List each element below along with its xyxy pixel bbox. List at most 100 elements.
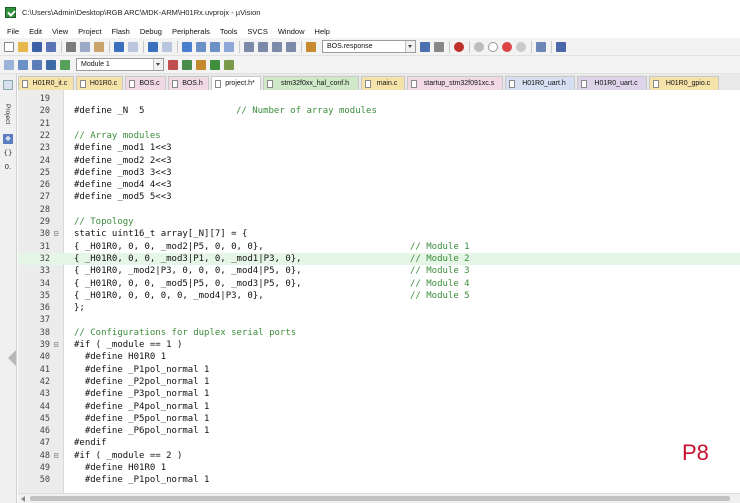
tab-h01r0-uart-c[interactable]: H01R0_uart.c [577,76,647,90]
code-line[interactable]: 36}; [18,302,740,314]
code-line[interactable]: 19 [18,93,740,105]
code-line[interactable]: 33 { _H01R0, _mod2|P3, 0, 0, 0, _mod4|P5,… [18,265,740,277]
scrollbar-thumb[interactable] [30,496,730,501]
find-in-files-icon[interactable] [306,41,316,52]
horizontal-scrollbar[interactable] [18,493,740,503]
build-icon[interactable] [18,59,28,70]
paste-icon[interactable] [94,41,104,52]
menu-help[interactable]: Help [315,27,330,36]
menu-debug[interactable]: Debug [140,27,162,36]
comment-selection-icon[interactable] [272,41,282,52]
code-line[interactable]: 45 #define _P5pol_normal 1 [18,413,740,425]
debug-session-icon[interactable] [454,41,464,52]
target-options-icon[interactable] [168,59,178,70]
uncomment-selection-icon[interactable] [286,41,296,52]
books-window-icon[interactable]: ❖ [3,134,13,144]
file-extensions-icon[interactable] [196,59,206,70]
templates-window-icon[interactable]: 0. [3,162,13,172]
code-line[interactable]: 50 #define _P1pol_normal 1 [18,474,740,486]
find-combo[interactable]: BOS.response [322,40,416,53]
project-tab-label[interactable]: Project [1,104,11,134]
menu-peripherals[interactable]: Peripherals [172,27,210,36]
fold-toggle-icon[interactable]: ⊟ [52,450,60,462]
select-software-packs-icon[interactable] [224,59,234,70]
menu-window[interactable]: Window [278,27,305,36]
redo-icon[interactable] [128,41,138,52]
code-line[interactable]: 23 #define _mod1 1<<3 [18,142,740,154]
save-icon[interactable] [32,41,42,52]
indent-icon[interactable] [244,41,254,52]
new-file-icon[interactable] [4,41,14,52]
code-line[interactable]: 47 #endif [18,437,740,449]
kill-breakpoints-icon[interactable] [516,41,526,52]
code-line[interactable]: 34 { _H01R0, 0, 0, _mod5|P5, 0, _mod3|P5,… [18,278,740,290]
tab-bos-h[interactable]: BOS.h [168,76,209,90]
clear-bookmarks-icon[interactable] [224,41,234,52]
configure-wrench-icon[interactable] [556,41,566,52]
code-line[interactable]: 32 { _H01R0, 0, 0, _mod3|P1, 0, _mod1|P3,… [18,252,740,266]
tab-h01r0-uart-h[interactable]: H01R0_uart.h [505,76,575,90]
code-line[interactable]: 21 [18,118,740,130]
code-line[interactable]: 30 ⊟ static uint16_t array[_N][7] = { [18,228,740,240]
code-line[interactable]: 26 #define _mod4 4<<3 [18,179,740,191]
download-load-icon[interactable] [60,59,70,70]
chevron-down-icon[interactable] [405,41,415,52]
menu-project[interactable]: Project [78,27,101,36]
tab-main-c[interactable]: main.c [361,76,405,90]
code-line[interactable]: 39 ⊟ #if ( _module == 1 ) [18,339,740,351]
code-line[interactable]: 42 #define _P2pol_normal 1 [18,376,740,388]
menu-svcs[interactable]: SVCS [247,27,267,36]
code-line[interactable]: 48 ⊟ #if ( _module == 2 ) [18,450,740,462]
tab-bos-c[interactable]: BOS.c [125,76,166,90]
navigate-forward-icon[interactable] [162,41,172,52]
code-line[interactable]: 22 // Array modules [18,130,740,142]
manage-project-items-icon[interactable] [182,59,192,70]
menu-file[interactable]: File [7,27,19,36]
code-line[interactable]: 20 #define _N 5 // Number of array modules [18,105,740,117]
functions-window-icon[interactable]: {} [3,148,13,158]
code-line[interactable]: 27 #define _mod5 5<<3 [18,191,740,203]
save-all-icon[interactable] [46,41,56,52]
copy-icon[interactable] [80,41,90,52]
code-line[interactable]: 38 // Configurations for duplex serial po… [18,327,740,339]
undo-icon[interactable] [114,41,124,52]
open-folder-icon[interactable] [18,41,28,52]
bookmark-icon[interactable] [182,41,192,52]
chevron-down-icon[interactable] [153,59,163,70]
tab-h01r0-c[interactable]: H01R0.c [76,76,123,90]
enable-breakpoint-icon[interactable] [488,41,498,52]
menu-tools[interactable]: Tools [220,27,238,36]
disable-breakpoints-icon[interactable] [502,41,512,52]
code-line[interactable]: 25 #define _mod3 3<<3 [18,167,740,179]
scroll-left-icon[interactable] [21,496,25,502]
code-line[interactable]: 49 #define H01R0 1 [18,462,740,474]
code-line[interactable]: 44 #define _P4pol_normal 1 [18,401,740,413]
cut-icon[interactable] [66,41,76,52]
tab-stm32f0xx-hal-conf-h[interactable]: stm32f0xx_hal_conf.h [263,76,359,90]
next-bookmark-icon[interactable] [210,41,220,52]
code-line[interactable]: 46 #define _P6pol_normal 1 [18,425,740,437]
code-line[interactable]: 37 [18,314,740,326]
unindent-icon[interactable] [258,41,268,52]
code-editor[interactable]: 19 20 #define _N 5 // Number of array modul… [18,90,740,493]
tab-h01r0-it-c[interactable]: H01R0_it.c [18,76,74,90]
fold-toggle-icon[interactable]: ⊟ [52,339,60,351]
window-layout-icon[interactable] [536,41,546,52]
fold-toggle-icon[interactable]: ⊟ [52,228,60,240]
insert-breakpoint-icon[interactable] [474,41,484,52]
tab-startup-stm32f091xc-s[interactable]: startup_stm32f091xc.s [407,76,503,90]
translate-icon[interactable] [4,59,14,70]
menu-flash[interactable]: Flash [112,27,130,36]
target-select[interactable]: Module 1 [76,58,164,71]
code-line[interactable]: 40 #define H01R0 1 [18,351,740,363]
project-window-icon[interactable] [3,80,13,90]
tab-project-h[interactable]: project.h* [211,76,261,90]
find-icon[interactable] [420,41,430,52]
code-line[interactable]: 35 { _H01R0, 0, 0, 0, 0, _mod4|P3, 0}, // … [18,290,740,302]
code-line[interactable]: 41 #define _P1pol_normal 1 [18,364,740,376]
menu-view[interactable]: View [52,27,68,36]
manage-run-time-environment-icon[interactable] [210,59,220,70]
incremental-find-icon[interactable] [434,41,444,52]
collapse-panel-icon[interactable] [8,350,16,366]
previous-bookmark-icon[interactable] [196,41,206,52]
